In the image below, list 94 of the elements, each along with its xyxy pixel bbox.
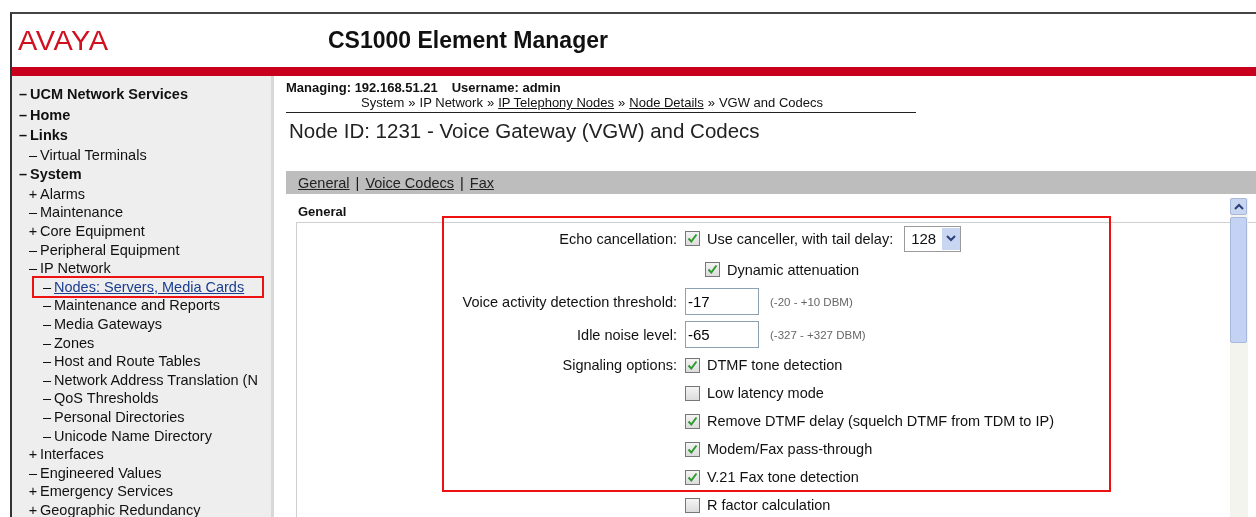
tree-marker: –	[28, 241, 38, 258]
breadcrumb-item: IP Network	[419, 95, 483, 110]
checkbox[interactable]	[705, 262, 720, 277]
dropdown[interactable]: 128	[904, 225, 962, 252]
field-label: Idle noise level:	[576, 326, 677, 343]
nav-link[interactable]: Unicode Name Directory	[54, 427, 212, 444]
tab-link[interactable]: Fax	[469, 174, 494, 191]
tree-marker: –	[42, 371, 52, 388]
checkbox-label: Dynamic attenuation	[727, 261, 860, 278]
tree-marker: –	[42, 390, 52, 407]
checkbox[interactable]	[685, 357, 700, 373]
tab-link[interactable]: General	[298, 174, 350, 191]
checkbox-label: V.21 Fax tone detection	[707, 469, 859, 485]
scrollbar[interactable]	[1230, 198, 1248, 517]
tree-marker: +	[28, 483, 38, 500]
nav-link[interactable]: Host and Route Tables	[54, 353, 201, 370]
checkbox-label: Use canceller, with tail delay:	[707, 230, 894, 247]
section-title: General	[298, 204, 347, 219]
nav-link[interactable]: Media Gateways	[54, 316, 162, 333]
chevron-up-icon	[1233, 203, 1244, 210]
nav-link[interactable]: Nodes: Servers, Media Cards	[54, 278, 245, 295]
nav-link[interactable]: Peripheral Equipment	[40, 241, 180, 258]
nav-link[interactable]: QoS Thresholds	[54, 390, 159, 407]
tree-marker: –	[28, 464, 38, 481]
nav-link[interactable]: Geographic Redundancy	[40, 502, 201, 517]
field-label: Voice activity detection threshold:	[461, 293, 677, 310]
range-hint: (-20 - +10 DBM)	[770, 295, 853, 308]
tree-marker: –	[28, 260, 38, 277]
tree-marker: –	[42, 278, 52, 295]
breadcrumb-separator: »	[408, 95, 416, 110]
breadcrumb-item: VGW and Codecs	[718, 95, 823, 110]
nav-link[interactable]: Core Equipment	[40, 223, 145, 240]
breadcrumb-link[interactable]: Node Details	[629, 95, 704, 110]
tree-marker: +	[28, 185, 38, 202]
breadcrumb-link[interactable]: IP Telephony Nodes	[498, 95, 615, 110]
nav-link[interactable]: Home	[30, 106, 71, 123]
tree-marker: –	[18, 86, 28, 103]
nav-link[interactable]: Zones	[54, 334, 95, 351]
breadcrumb-separator: »	[486, 95, 495, 110]
nav-link[interactable]: Interfaces	[40, 446, 104, 463]
managing-label: Managing: 192.168.51.21	[286, 80, 438, 95]
chevron-down-icon	[946, 235, 957, 242]
field-label: Signaling options:	[561, 357, 677, 373]
username-label: Username: admin	[450, 80, 561, 95]
tree-marker: –	[18, 166, 28, 183]
tab-link[interactable]: Voice Codecs	[365, 174, 455, 191]
tab-separator: |	[355, 174, 360, 191]
input-field[interactable]: -65	[685, 321, 759, 348]
nav-link[interactable]: Alarms	[40, 185, 86, 202]
nav-link[interactable]: Links	[30, 127, 68, 144]
tree-marker: –	[42, 353, 52, 370]
app-title: CS1000 Element Manager	[328, 27, 608, 54]
field-label: Echo cancellation:	[558, 230, 677, 247]
nav-link[interactable]: Engineered Values	[40, 464, 162, 481]
breadcrumb-separator: »	[707, 95, 715, 110]
checkbox-label: R factor calculation	[707, 497, 831, 513]
tree-marker: –	[42, 316, 52, 333]
nav-link[interactable]: Maintenance	[40, 204, 124, 221]
checkbox-label: Modem/Fax pass-through	[707, 441, 873, 457]
tree-marker: +	[28, 223, 38, 240]
checkbox-label: DTMF tone detection	[707, 357, 843, 373]
tab-separator: |	[460, 174, 464, 191]
tree-marker: –	[28, 146, 38, 163]
nav-link[interactable]: Virtual Terminals	[40, 146, 147, 163]
checkbox-label: Remove DTMF delay (squelch DTMF from TDM to IP)	[707, 413, 1054, 429]
tree-marker: +	[28, 502, 38, 517]
checkbox[interactable]	[685, 413, 700, 429]
nav-link[interactable]: IP Network	[40, 260, 111, 277]
tree-marker: –	[28, 204, 38, 221]
nav-link[interactable]: System	[30, 166, 82, 183]
input-field[interactable]: -17	[685, 288, 759, 315]
nav-link[interactable]: Personal Directories	[54, 409, 185, 425]
tree-marker: –	[18, 106, 28, 123]
checkbox[interactable]	[685, 231, 700, 246]
tree-marker: –	[42, 427, 52, 444]
logo: AVAYA	[18, 24, 110, 57]
nav-link[interactable]: UCM Network Services	[30, 86, 188, 103]
nav-link[interactable]: Maintenance and Reports	[54, 297, 221, 314]
checkbox[interactable]	[685, 469, 700, 485]
checkbox[interactable]	[685, 497, 700, 513]
breadcrumb-item: System	[361, 95, 405, 110]
checkbox-label: Low latency mode	[707, 385, 824, 401]
range-hint: (-327 - +327 DBM)	[770, 328, 866, 341]
checkbox[interactable]	[685, 385, 700, 401]
breadcrumb-separator: »	[618, 95, 626, 110]
tree-marker: –	[42, 297, 52, 314]
nav-link[interactable]: Emergency Services	[40, 483, 173, 500]
nav-link[interactable]: Network Address Translation (N	[54, 371, 258, 388]
page-heading: Node ID: 1231 - Voice Gateway (VGW) and Codecs	[289, 119, 761, 144]
tree-marker: –	[42, 334, 52, 351]
checkbox[interactable]	[685, 441, 700, 457]
tree-marker: –	[18, 127, 28, 144]
tree-marker: +	[28, 446, 38, 463]
tree-marker: –	[42, 409, 52, 425]
